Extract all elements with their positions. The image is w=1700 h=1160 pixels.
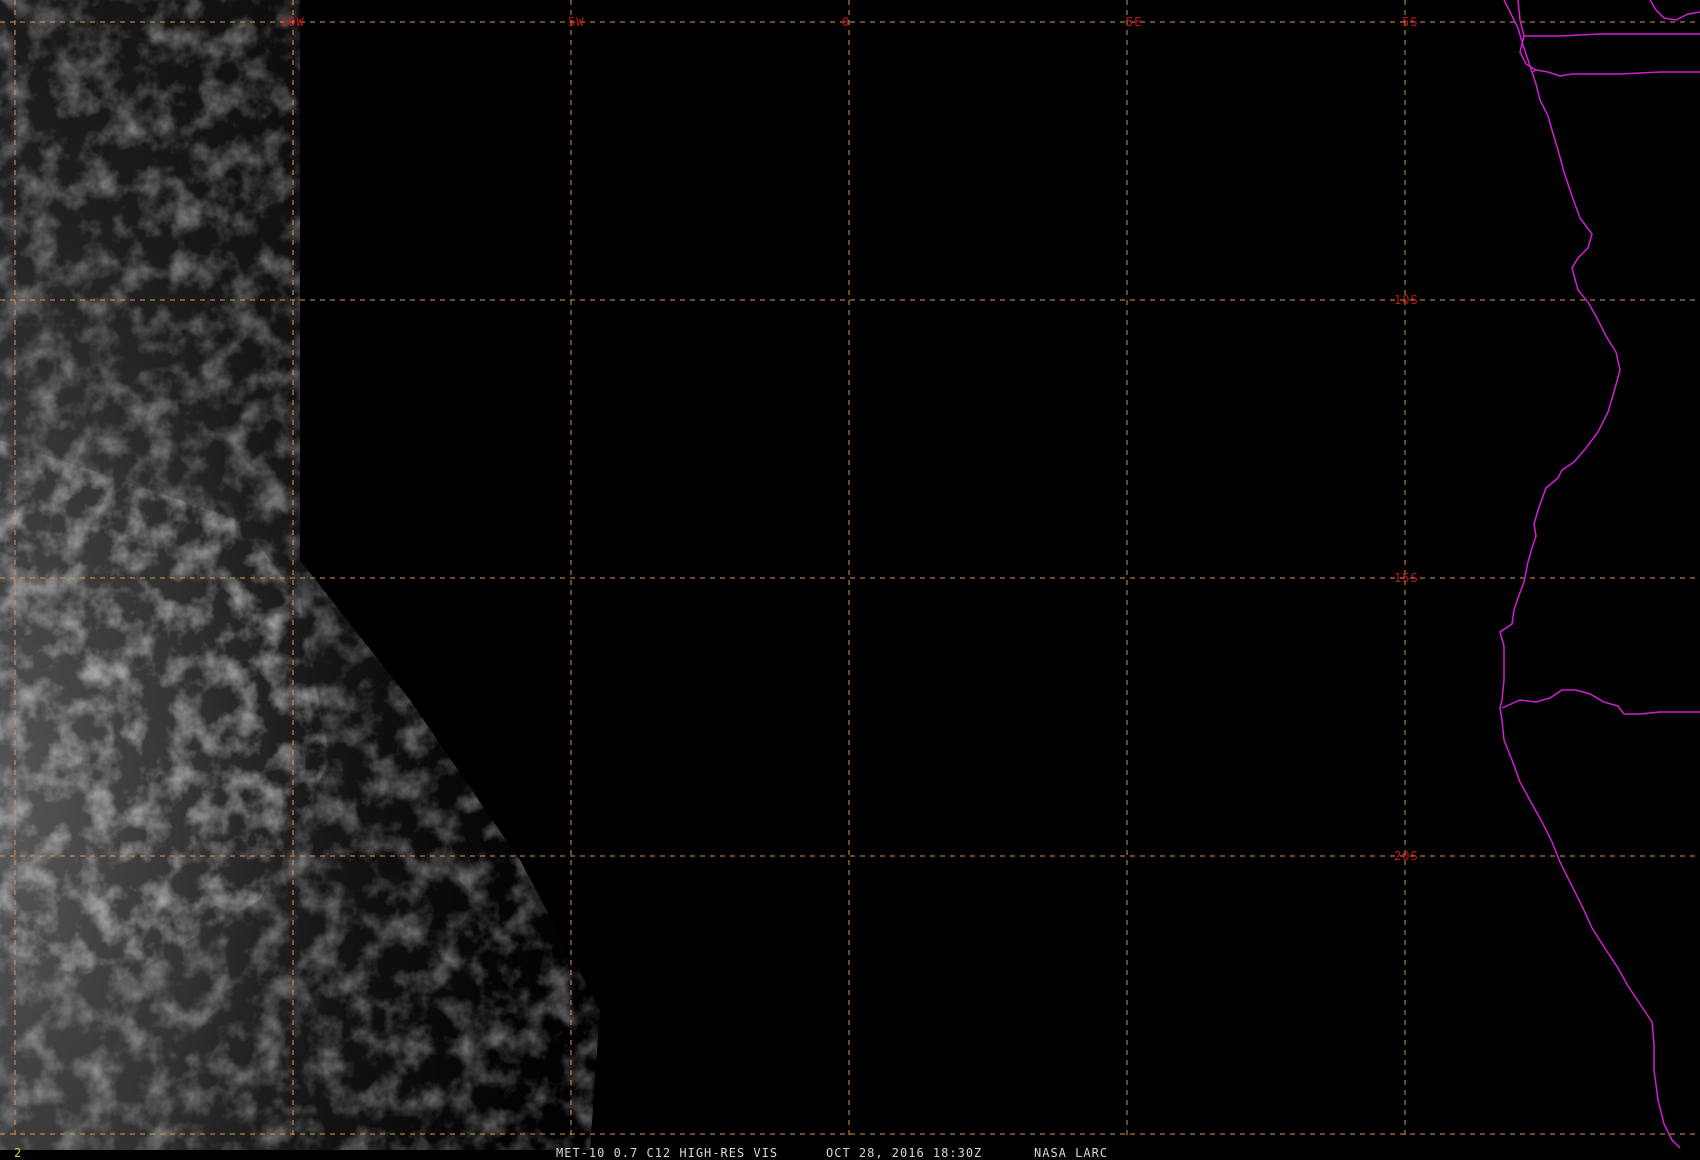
frame-number: 2 [14,1146,21,1160]
satellite-map: 10W 5W 0 5E 5S 10S 15S 20S 2 MET-10 0.7 … [0,0,1700,1160]
lon-label-5w: 5W [568,15,584,29]
product-label: MET-10 0.7 C12 HIGH-RES VIS [556,1146,778,1160]
lat-label-5s: 5S [1402,15,1418,29]
lon-label-5e: 5E [1126,15,1142,29]
lat-label-20s: 20S [1394,849,1419,863]
datetime-label: OCT 28, 2016 18:30Z [826,1146,982,1160]
lat-label-15s: 15S [1394,571,1419,585]
lat-label-10s: 10S [1394,293,1419,307]
lon-label-0: 0 [842,15,850,29]
satellite-image-viewer: 10W 5W 0 5E 5S 10S 15S 20S 2 MET-10 0.7 … [0,0,1700,1160]
source-label: NASA LARC [1034,1146,1108,1160]
lon-label-10w: 10W [280,15,305,29]
